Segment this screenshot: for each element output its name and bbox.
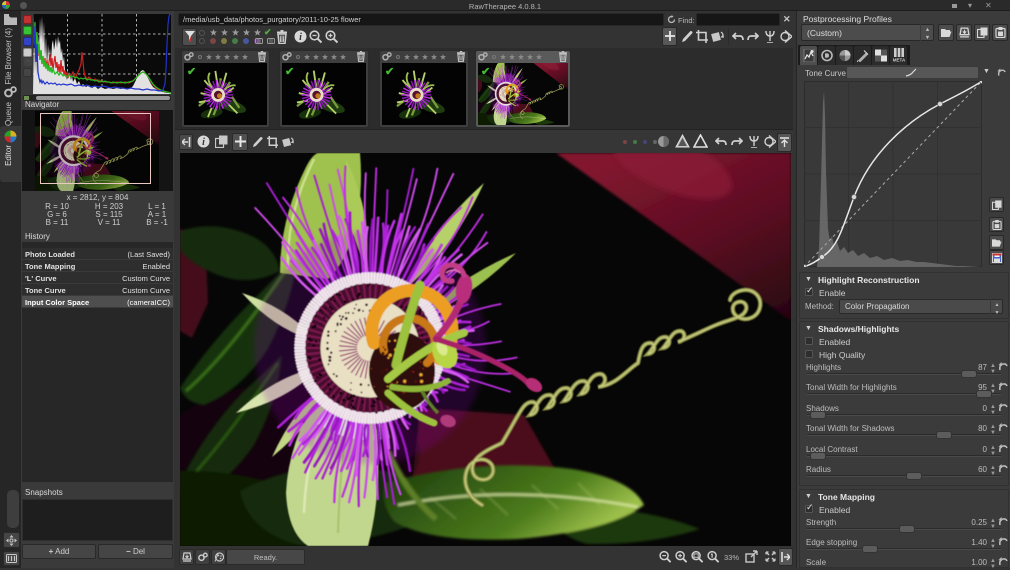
svg-text:i: i (299, 32, 302, 43)
svg-text:i: i (202, 137, 205, 148)
svg-text:META: META (893, 58, 905, 63)
